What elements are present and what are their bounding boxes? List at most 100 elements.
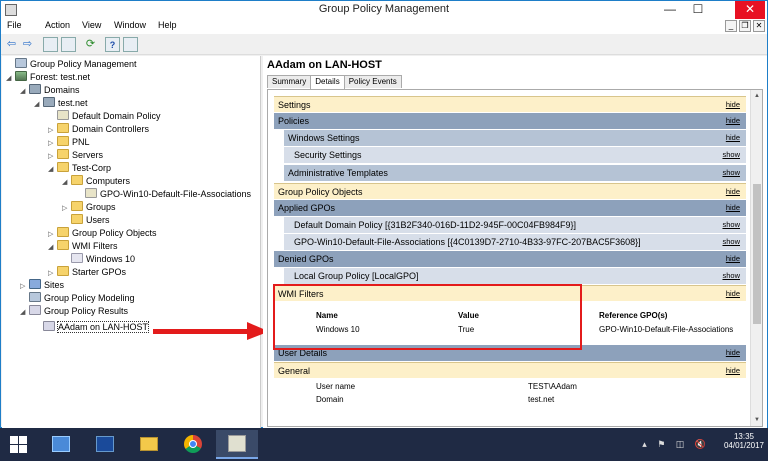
inner-minimize-button[interactable]: _ — [725, 20, 737, 32]
back-arrow-icon[interactable]: ⇦ — [4, 37, 19, 52]
wmi-row-reference: GPO-Win10-Default-File-Associations — [599, 325, 734, 334]
toggle-link[interactable]: hide — [726, 286, 740, 302]
report-section: Windows Settings hide — [284, 130, 746, 146]
tree-node[interactable]: ▷ Domain Controllers — [48, 123, 149, 136]
section-label: Windows Settings — [288, 133, 360, 143]
folder-icon — [57, 123, 69, 133]
toggle-link[interactable]: show — [722, 147, 740, 163]
scroll-thumb[interactable] — [753, 184, 761, 324]
tree-node[interactable]: ◢ Test-Corp — [48, 162, 111, 175]
taskbar: ▴ ⚑ ◫ 🔇 13:35 04/01/2017 — [0, 428, 768, 461]
menu-view[interactable]: View — [82, 20, 101, 30]
maximize-button[interactable]: ☐ — [685, 1, 711, 19]
folder-icon — [57, 227, 69, 237]
windows-start-button[interactable] — [0, 428, 40, 461]
details-pane: AAdam on LAN-HOST Summary Details Policy… — [263, 56, 767, 428]
toggle-link[interactable]: hide — [726, 113, 740, 129]
section-label: Denied GPOs — [278, 254, 334, 264]
tree-node[interactable]: Windows 10 — [62, 253, 135, 266]
section-label: Settings — [278, 100, 311, 110]
tree-node[interactable]: ◢ test.net — [34, 97, 88, 110]
tree-node[interactable]: ▷ Group Policy Objects — [48, 227, 157, 240]
close-button[interactable]: ✕ — [735, 1, 765, 19]
tab-details[interactable]: Details — [310, 75, 345, 89]
tree-node[interactable]: ▷ Groups — [62, 201, 116, 214]
folder-icon — [71, 175, 83, 185]
chrome-taskbar-icon[interactable] — [172, 430, 214, 459]
section-label: GPO-Win10-Default-File-Associations [{4C… — [294, 237, 641, 247]
tree-node[interactable]: ◢ Forest: test.net — [6, 71, 90, 84]
tab-summary[interactable]: Summary — [267, 75, 312, 88]
tree-node-selected[interactable]: AAdam on LAN-HOST — [34, 321, 150, 334]
tree-node[interactable]: ▷ PNL — [48, 136, 90, 149]
toggle-link[interactable]: hide — [726, 130, 740, 146]
refresh-icon[interactable]: ⟳ — [83, 37, 98, 52]
menu-help[interactable]: Help — [158, 20, 177, 30]
toggle-link[interactable]: hide — [726, 200, 740, 216]
menu-action[interactable]: Action — [45, 20, 70, 30]
toggle-link[interactable]: hide — [726, 363, 740, 379]
file-explorer-taskbar-icon[interactable] — [128, 430, 170, 459]
tree-node[interactable]: GPO-Win10-Default-File-Associations — [76, 188, 251, 201]
wmi-filter-icon — [71, 253, 83, 263]
powershell-taskbar-icon[interactable] — [84, 430, 126, 459]
toggle-link[interactable]: hide — [726, 184, 740, 200]
section-label: Applied GPOs — [278, 203, 336, 213]
toggle-link[interactable]: show — [722, 165, 740, 181]
toggle-link[interactable]: hide — [726, 345, 740, 361]
toggle-link[interactable]: hide — [726, 251, 740, 267]
folder-up-icon[interactable] — [43, 37, 58, 52]
report-section: Settings hide — [274, 96, 746, 112]
vertical-scrollbar[interactable]: ▲ ▼ — [750, 90, 762, 426]
toggle-link[interactable]: hide — [726, 97, 740, 113]
clock[interactable]: 13:35 04/01/2017 — [724, 432, 764, 450]
section-label: Default Domain Policy [{31B2F340-016D-11… — [294, 220, 576, 230]
tree-node[interactable]: Group Policy Management — [6, 58, 137, 71]
report-section: Applied GPOs hide — [274, 200, 746, 216]
minimize-button[interactable]: — — [657, 1, 683, 19]
show-hide-tree-icon[interactable] — [61, 37, 76, 52]
section-label: Policies — [278, 116, 310, 126]
report-section: Group Policy Objects hide — [274, 183, 746, 199]
scroll-up-icon[interactable]: ▲ — [751, 90, 763, 102]
server-manager-taskbar-icon[interactable] — [40, 430, 82, 459]
console-tree: Group Policy Management ◢ Forest: test.ne… — [2, 56, 261, 428]
forward-arrow-icon[interactable]: ⇨ — [20, 37, 35, 52]
help-icon[interactable]: ? — [105, 37, 120, 52]
modeling-icon — [29, 292, 41, 302]
toggle-link[interactable]: show — [722, 268, 740, 284]
tab-policy-events[interactable]: Policy Events — [343, 75, 402, 88]
tree-node[interactable]: ▷ Starter GPOs — [48, 266, 126, 279]
gpo-icon — [57, 110, 69, 120]
gpmc-taskbar-icon[interactable] — [216, 430, 258, 459]
properties-icon[interactable] — [123, 37, 138, 52]
tree-node[interactable]: ▷ Servers — [48, 149, 103, 162]
inner-restore-button[interactable]: ❐ — [739, 20, 751, 32]
tree-node[interactable]: Group Policy Modeling — [20, 292, 135, 305]
tree-node[interactable]: ◢ WMI Filters — [48, 240, 118, 253]
kv-key: Domain — [316, 395, 344, 404]
menu-file[interactable]: File — [7, 20, 22, 30]
section-label: Security Settings — [294, 150, 362, 160]
tree-node[interactable]: ◢ Computers — [62, 175, 130, 188]
wmi-filters-highlight-box — [273, 284, 582, 350]
toggle-link[interactable]: show — [722, 217, 740, 233]
toggle-link[interactable]: show — [722, 234, 740, 250]
tree-node[interactable]: Users — [62, 214, 110, 227]
tree-node[interactable]: ◢ Domains — [20, 84, 80, 97]
toolbar: ⇦ ⇨ ⟳ ? — [1, 34, 767, 55]
gpo-icon — [85, 188, 97, 198]
scroll-down-icon[interactable]: ▼ — [751, 414, 763, 426]
tree-node[interactable]: ▷ Sites — [20, 279, 64, 292]
tree-node[interactable]: Default Domain Policy — [48, 110, 161, 123]
red-arrow-annotation — [153, 322, 269, 340]
folder-icon — [71, 201, 83, 211]
inner-close-button[interactable]: ✕ — [753, 20, 765, 32]
report-section: Security Settings show — [284, 147, 746, 163]
system-tray-icons[interactable]: ▴ ⚑ ◫ 🔇 — [642, 439, 710, 450]
menu-window[interactable]: Window — [114, 20, 146, 30]
report-section: Policies hide — [274, 113, 746, 129]
report-section: Administrative Templates show — [284, 165, 746, 181]
section-label: Local Group Policy [LocalGPO] — [294, 271, 419, 281]
tree-node[interactable]: ◢ Group Policy Results — [20, 305, 128, 318]
